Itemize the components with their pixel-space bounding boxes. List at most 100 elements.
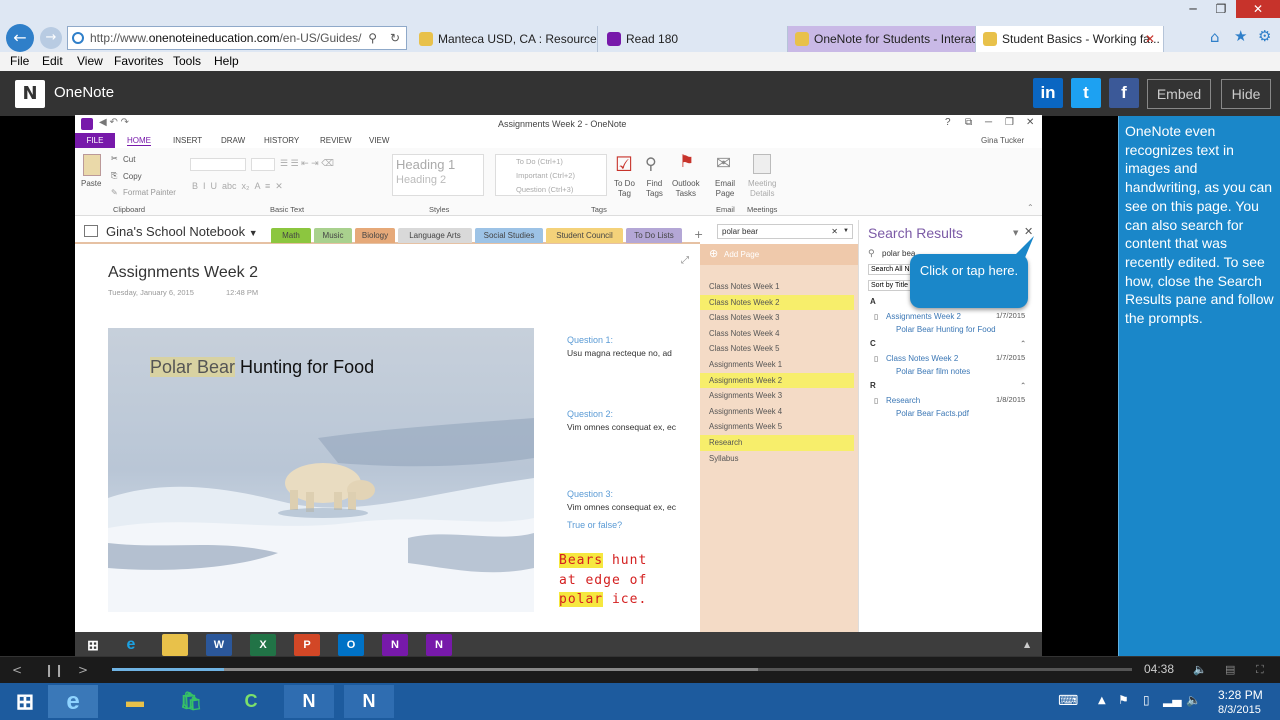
add-section-icon[interactable]: + bbox=[694, 228, 703, 241]
section-tab-language-arts[interactable]: Language Arts bbox=[398, 228, 472, 243]
facebook-icon[interactable]: f bbox=[1109, 78, 1139, 108]
menu-view[interactable]: View bbox=[77, 54, 103, 68]
email-envelope-icon[interactable]: ✉ bbox=[716, 153, 731, 174]
onenote-clipper-taskbar-icon[interactable]: N bbox=[344, 685, 394, 718]
help-icon[interactable]: ? bbox=[945, 117, 951, 128]
question-2-text[interactable]: Vim omnes consequat ex, ec bbox=[567, 422, 687, 432]
copy-button[interactable]: Copy bbox=[123, 172, 142, 181]
linkedin-icon[interactable]: in bbox=[1033, 78, 1063, 108]
page-list-item[interactable]: Class Notes Week 2 bbox=[700, 294, 854, 311]
menu-file[interactable]: File bbox=[10, 54, 29, 68]
results-query[interactable]: polar bea bbox=[882, 249, 915, 258]
meeting-details-button[interactable]: Meeting Details bbox=[748, 179, 776, 199]
onenote-taskbar-icon[interactable]: N bbox=[284, 685, 334, 718]
user-name[interactable]: Gina Tucker bbox=[981, 136, 1024, 145]
result-group-header[interactable]: A bbox=[870, 297, 876, 306]
demo-onenote-clipper-icon[interactable]: N bbox=[426, 634, 452, 656]
outlook-tasks-button[interactable]: Outlook Tasks bbox=[672, 179, 700, 199]
tab-insert[interactable]: INSERT bbox=[173, 136, 202, 145]
tab-manteca[interactable]: Manteca USD, CA : Resources bbox=[412, 26, 598, 52]
paste-label[interactable]: Paste bbox=[81, 179, 101, 188]
store-icon[interactable]: 🛍 bbox=[166, 685, 216, 718]
minimize-icon[interactable]: ─ bbox=[1180, 0, 1206, 18]
result-group-header[interactable]: C bbox=[870, 339, 876, 348]
paste-icon[interactable] bbox=[83, 154, 101, 176]
font-size-dropdown[interactable] bbox=[251, 158, 275, 171]
notebook-dropdown[interactable]: Gina's School Notebook ▼ bbox=[106, 224, 258, 239]
result-page-link[interactable]: Research bbox=[886, 396, 920, 405]
favorites-star-icon[interactable]: ★ bbox=[1234, 27, 1247, 45]
tab-history[interactable]: HISTORY bbox=[264, 136, 299, 145]
demo-start-icon[interactable]: ⊞ bbox=[80, 634, 106, 656]
hide-button[interactable]: Hide bbox=[1221, 79, 1271, 109]
styles-gallery[interactable]: Heading 1 Heading 2 bbox=[392, 154, 484, 196]
demo-word-icon[interactable]: W bbox=[206, 634, 232, 656]
format-painter-button[interactable]: Format Painter bbox=[123, 188, 176, 197]
tray-chevron-icon[interactable]: ▲ bbox=[1098, 695, 1106, 706]
handwriting-line-2[interactable]: at edge of bbox=[559, 573, 647, 588]
wifi-icon[interactable]: ▂▄ bbox=[1163, 693, 1181, 707]
tag-todo[interactable]: To Do (Ctrl+1) bbox=[516, 155, 606, 169]
expand-page-icon[interactable]: ⤢ bbox=[681, 255, 689, 266]
menu-help[interactable]: Help bbox=[214, 54, 239, 68]
menu-edit[interactable]: Edit bbox=[42, 54, 63, 68]
on-minimize-icon[interactable]: ─ bbox=[985, 117, 992, 128]
section-tab-biology[interactable]: Biology bbox=[355, 228, 395, 243]
email-page-button[interactable]: Email Page bbox=[715, 179, 735, 199]
clock-time[interactable]: 3:28 PM bbox=[1218, 688, 1263, 702]
forward-arrow-icon[interactable]: → bbox=[40, 27, 62, 49]
battery-icon[interactable]: ▯ bbox=[1143, 693, 1150, 707]
find-tags-icon[interactable]: ⚲ bbox=[645, 154, 657, 174]
back-arrow-icon[interactable]: ← bbox=[6, 24, 34, 52]
page-list-item[interactable]: Class Notes Week 5 bbox=[700, 341, 854, 357]
page-list-item[interactable]: Class Notes Week 4 bbox=[700, 326, 854, 342]
tab-read180[interactable]: Read 180 bbox=[600, 26, 788, 52]
outlook-flag-icon[interactable]: ⚑ bbox=[679, 152, 694, 172]
collapse-group-icon[interactable]: ⌃ bbox=[1020, 381, 1026, 390]
list-format-icons[interactable]: ☰ ☰ ⇤ ⇥ ⌫ bbox=[280, 158, 334, 169]
font-name-dropdown[interactable] bbox=[190, 158, 246, 171]
sort-dropdown[interactable]: Sort by Title bbox=[868, 280, 914, 291]
tag-important[interactable]: Important (Ctrl+2) bbox=[516, 169, 606, 183]
todo-tag-checkbox-icon[interactable]: ☑ bbox=[615, 152, 633, 177]
keyboard-icon[interactable]: ⌨ bbox=[1058, 693, 1078, 709]
page-list-item[interactable]: Class Notes Week 1 bbox=[700, 279, 854, 295]
question-3-text[interactable]: Vim omnes consequat ex, ec bbox=[567, 502, 687, 512]
on-restore-icon[interactable]: ❐ bbox=[1005, 117, 1014, 128]
file-explorer-icon[interactable]: ▬ bbox=[110, 685, 160, 718]
tutorial-callout[interactable]: Click or tap here. bbox=[910, 254, 1028, 308]
section-tab-math[interactable]: Math bbox=[271, 228, 311, 243]
page-list-item[interactable]: Research bbox=[700, 435, 854, 451]
captions-icon[interactable]: ▤ bbox=[1225, 663, 1235, 676]
tags-gallery[interactable]: To Do (Ctrl+1) Important (Ctrl+2) Questi… bbox=[495, 154, 607, 196]
search-scope-chevron-icon[interactable]: ▼ bbox=[843, 225, 849, 238]
collapse-group-icon[interactable]: ⌃ bbox=[1020, 339, 1026, 348]
address-bar[interactable]: http://www.onenoteineducation.com/en-US/… bbox=[67, 26, 407, 50]
pause-icon[interactable]: ❙❙ bbox=[44, 663, 64, 677]
tab-review[interactable]: REVIEW bbox=[320, 136, 352, 145]
result-hit-link[interactable]: Polar Bear Facts.pdf bbox=[896, 409, 969, 418]
page-list-item[interactable]: Assignments Week 4 bbox=[700, 404, 854, 420]
demo-excel-icon[interactable]: X bbox=[250, 634, 276, 656]
clock-date[interactable]: 8/3/2015 bbox=[1218, 704, 1261, 716]
embed-button[interactable]: Embed bbox=[1147, 79, 1211, 109]
page-list-item[interactable]: Assignments Week 1 bbox=[700, 357, 854, 373]
demo-ie-icon[interactable]: e bbox=[118, 634, 144, 656]
tab-close-icon[interactable]: ✕ bbox=[1145, 26, 1155, 52]
page-list-item[interactable]: Assignments Week 2 bbox=[700, 372, 854, 389]
twitter-icon[interactable]: t bbox=[1071, 78, 1101, 108]
section-tab-to-do-lists[interactable]: To Do Lists bbox=[626, 228, 682, 243]
clear-search-icon[interactable]: ✕ bbox=[831, 225, 838, 238]
undo-back-icon[interactable]: ◀ ↶ ↷ bbox=[99, 117, 129, 128]
close-window-icon[interactable]: ✕ bbox=[1236, 0, 1280, 18]
tab-home[interactable]: HOME bbox=[127, 136, 151, 146]
camtasia-icon[interactable]: C bbox=[226, 685, 276, 718]
demo-powerpoint-icon[interactable]: P bbox=[294, 634, 320, 656]
tab-draw[interactable]: DRAW bbox=[221, 136, 245, 145]
home-icon[interactable]: ⌂ bbox=[1210, 28, 1220, 46]
page-title[interactable]: Assignments Week 2 bbox=[108, 264, 258, 282]
collapse-ribbon-icon[interactable]: ⌃ bbox=[1027, 203, 1034, 212]
section-tab-social-studies[interactable]: Social Studies bbox=[475, 228, 543, 243]
demo-onenote-icon[interactable]: N bbox=[382, 634, 408, 656]
ie-taskbar-icon[interactable]: e bbox=[48, 685, 98, 718]
